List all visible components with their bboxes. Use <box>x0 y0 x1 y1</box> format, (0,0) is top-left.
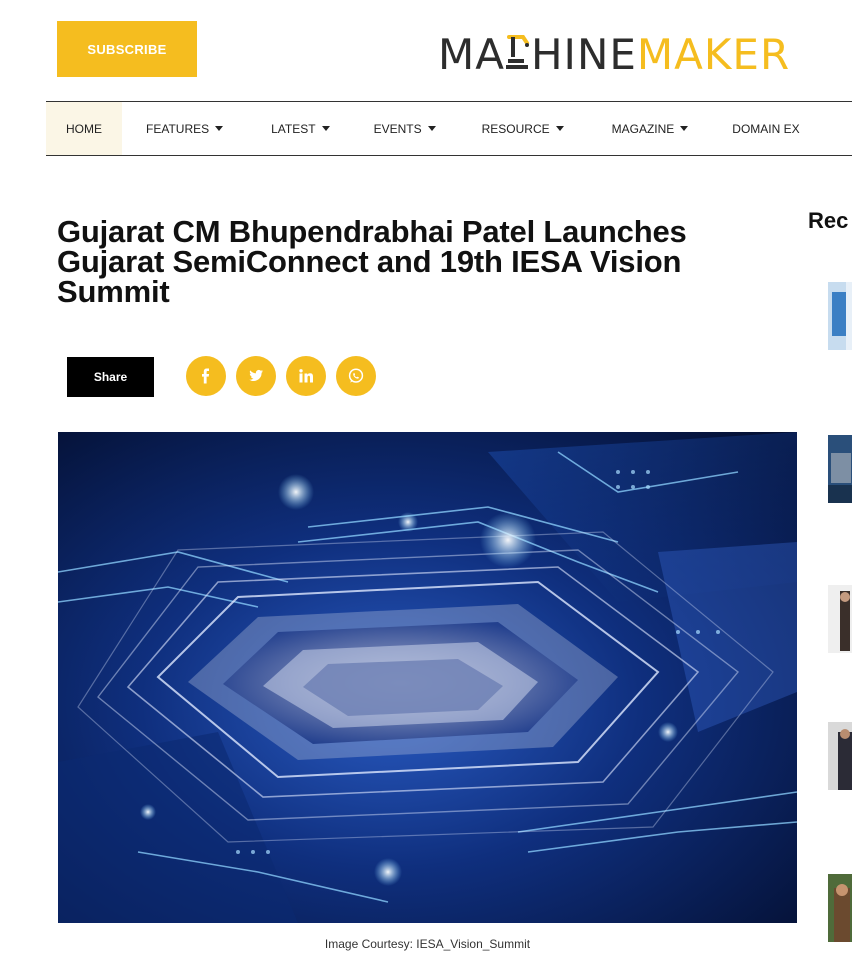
nav-latest[interactable]: LATEST <box>235 102 341 155</box>
image-caption: Image Courtesy: IESA_Vision_Summit <box>324 937 531 951</box>
site-logo[interactable]: MA HINEMAKER <box>438 30 790 80</box>
whatsapp-icon[interactable] <box>336 356 376 396</box>
recent-posts-heading: Rec <box>808 208 849 233</box>
caret-down-icon <box>680 126 689 131</box>
nav-divider-bottom <box>46 155 852 156</box>
nav-label: FEATURES <box>146 121 210 136</box>
nav-label: EVENTS <box>373 121 422 136</box>
nav-label: DOMAIN EX <box>732 121 800 136</box>
nav-features[interactable]: FEATURES <box>122 102 235 155</box>
logo-text-ma: MA <box>438 30 505 79</box>
nav-label: HOME <box>66 121 102 136</box>
robot-arm-icon <box>505 35 529 69</box>
recent-post-thumbnail[interactable] <box>828 282 852 350</box>
semiconductor-chip-illustration <box>58 432 797 923</box>
nav-label: LATEST <box>271 121 316 136</box>
facebook-icon[interactable] <box>186 356 226 396</box>
article-hero-image <box>58 432 797 923</box>
nav-home[interactable]: HOME <box>46 102 122 155</box>
main-nav: HOME FEATURES LATEST EVENTS RESOURCE MAG… <box>46 102 852 155</box>
twitter-icon[interactable] <box>236 356 276 396</box>
article-title: Gujarat CM Bhupendrabhai Patel Launches … <box>57 214 687 309</box>
recent-post-thumbnail[interactable] <box>828 722 852 790</box>
caret-down-icon <box>215 126 224 131</box>
nav-label: RESOURCE <box>481 121 550 136</box>
subscribe-button[interactable]: SUBSCRIBE <box>57 21 197 77</box>
caret-down-icon <box>555 126 564 131</box>
recent-post-thumbnail[interactable] <box>828 435 852 503</box>
nav-magazine[interactable]: MAGAZINE <box>576 102 701 155</box>
share-button[interactable]: Share <box>67 357 154 397</box>
recent-post-thumbnail[interactable] <box>828 585 852 653</box>
nav-resource[interactable]: RESOURCE <box>448 102 576 155</box>
caret-down-icon <box>321 126 330 131</box>
logo-text-hine: HINE <box>530 30 637 79</box>
nav-domain-expertise[interactable]: DOMAIN EX <box>700 102 811 155</box>
nav-events[interactable]: EVENTS <box>342 102 448 155</box>
recent-post-thumbnail[interactable] <box>828 874 852 942</box>
nav-label: MAGAZINE <box>611 121 675 136</box>
linkedin-icon[interactable] <box>286 356 326 396</box>
logo-text-maker: MAKER <box>636 30 791 79</box>
caret-down-icon <box>427 126 436 131</box>
